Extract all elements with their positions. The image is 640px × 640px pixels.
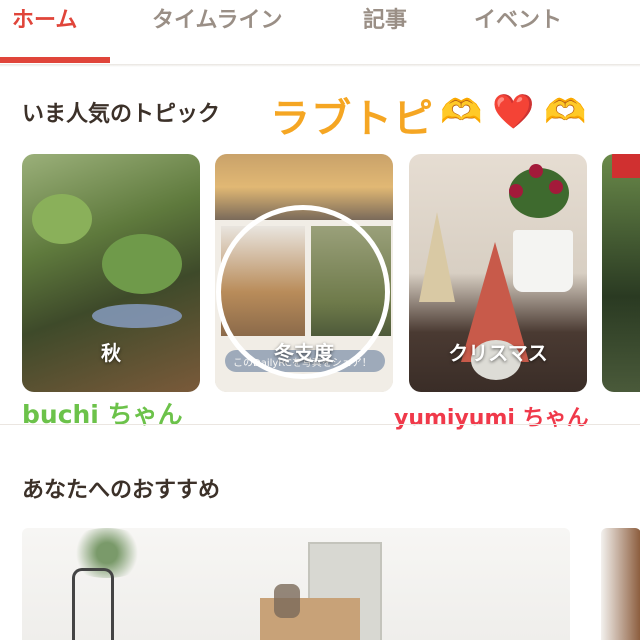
topic-card-autumn[interactable]: 秋 — [22, 154, 200, 392]
popular-topics-title: いま人気のトピック — [22, 102, 221, 127]
tab-bar: ホーム タイムライン 記事 イベント — [0, 0, 640, 66]
tab-articles[interactable]: 記事 — [363, 2, 407, 34]
red-heart-icon: ❤️ — [492, 92, 535, 132]
stool-decoration — [72, 568, 114, 640]
heart-hands-icon: 🫶 — [440, 92, 483, 132]
jar-decoration — [274, 584, 300, 618]
section-divider — [0, 424, 640, 425]
plant-decoration — [102, 234, 182, 294]
recommend-card-next[interactable] — [601, 528, 640, 640]
recommend-card[interactable] — [22, 528, 570, 640]
credit-name-right: yumiyumi ちゃん — [394, 406, 589, 431]
flower-decoration — [509, 184, 523, 198]
flower-decoration — [549, 180, 563, 194]
credit-name-left: buchi ちゃん — [22, 400, 183, 429]
tab-events[interactable]: イベント — [474, 2, 562, 34]
plant-decoration — [32, 194, 92, 244]
active-tab-indicator — [0, 57, 110, 63]
topic-card-christmas[interactable]: クリスマス — [409, 154, 587, 392]
gnome-decoration — [419, 212, 455, 302]
flower-decoration — [529, 164, 543, 178]
recommend-title: あなたへのおすすめ — [22, 478, 221, 503]
topic-card-label: 秋 — [101, 341, 121, 365]
highlight-circle — [216, 205, 390, 379]
photo-decoration — [612, 154, 640, 178]
topic-card-next[interactable] — [602, 154, 640, 392]
tab-timeline[interactable]: タイムライン — [152, 2, 282, 34]
tab-home[interactable]: ホーム — [12, 2, 77, 34]
plant-stand — [92, 304, 182, 328]
tab-bar-divider — [0, 64, 640, 67]
heart-hands-icon-2: 🫶 — [544, 92, 587, 132]
topic-card-label: クリスマス — [448, 341, 548, 365]
overlay-caption: ラブトピ — [270, 96, 434, 142]
